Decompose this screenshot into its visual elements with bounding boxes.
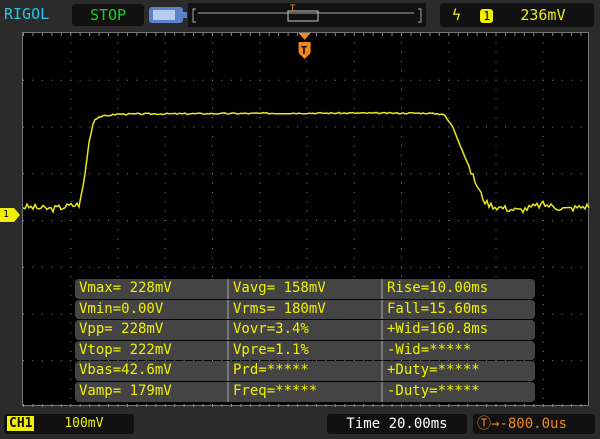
measurement-value: Freq=***** [227, 381, 381, 402]
battery-icon [149, 7, 187, 23]
measurement-row: Vtop= 222mV Vpre=1.1% -Wid=***** [75, 340, 535, 361]
measurement-value: +Wid=160.8ms [381, 320, 535, 340]
measurement-value: Vovr=3.4% [227, 320, 381, 340]
measurement-value: Vmax= 228mV [79, 280, 172, 296]
measurement-value: Vtop= 222mV [79, 341, 172, 358]
measurement-table: Vmax= 228mV Vavg= 158mV Rise=10.00ms Vmin=0… [75, 279, 535, 403]
measurement-value: Vrms= 180mV [227, 299, 381, 320]
measurement-row: Vamp= 179mV Freq=***** -Duty=***** [75, 381, 535, 402]
trigger-position-marker [298, 33, 311, 40]
measurement-value: Vamp= 179mV [79, 382, 172, 399]
time-scale: 20.00ms [388, 416, 448, 432]
channel1-label: CH1 [7, 416, 35, 431]
rising-edge-icon: ϟ [452, 6, 462, 24]
measurement-row: Vpp= 228mV Vovr=3.4% +Wid=160.8ms [75, 320, 535, 340]
measurement-value: +Duty=***** [381, 361, 535, 381]
memory-wave-icon: T [192, 4, 422, 23]
trigger-offset-value: -800.0us [499, 416, 567, 432]
measurement-row: Vmin=0.00V Vrms= 180mV Fall=15.60ms [75, 299, 535, 320]
measurement-value: -Duty=***** [381, 381, 535, 402]
vertical-scale: 100mV [64, 416, 104, 431]
measurement-value: Rise=10.00ms [381, 279, 535, 299]
channel1-trace [23, 111, 590, 215]
memory-depth-overview[interactable]: T [188, 3, 426, 27]
time-label: Time [346, 416, 381, 432]
measurement-row: Vbas=42.6mV Prd=***** +Duty=***** [75, 361, 535, 381]
trigger-position-icon: T [290, 4, 296, 14]
brand-logo: RIGOL [4, 5, 50, 23]
run-stop-status[interactable]: STOP [72, 4, 144, 26]
trigger-status[interactable]: ϟ 1 236mV [440, 3, 594, 27]
measurement-value: Vpre=1.1% [227, 340, 381, 361]
measurement-value: Vavg= 158mV [227, 279, 381, 299]
measurement-value: Vmin=0.00V [79, 300, 164, 317]
channel1-ground-marker[interactable]: 1 [0, 208, 20, 222]
measurement-value: Vpp= 228mV [79, 321, 164, 338]
measurement-value: Vbas=42.6mV [79, 362, 172, 379]
trigger-offset-icon: Ⓣ→ [477, 416, 500, 432]
measurement-value: Fall=15.60ms [381, 299, 535, 320]
trigger-source-badge: 1 [480, 9, 494, 23]
measurement-row: Vmax= 228mV Vavg= 158mV Rise=10.00ms [75, 279, 535, 299]
measurement-value: -Wid=***** [381, 340, 535, 361]
channel1-scale[interactable]: CH1 100mV [4, 414, 134, 434]
trigger-level: 236mV [520, 6, 566, 24]
measurement-value: Prd=***** [227, 361, 381, 381]
svg-text:T: T [301, 44, 308, 57]
timebase[interactable]: Time 20.00ms [327, 414, 467, 434]
trigger-offset[interactable]: Ⓣ→-800.0us [473, 414, 595, 434]
